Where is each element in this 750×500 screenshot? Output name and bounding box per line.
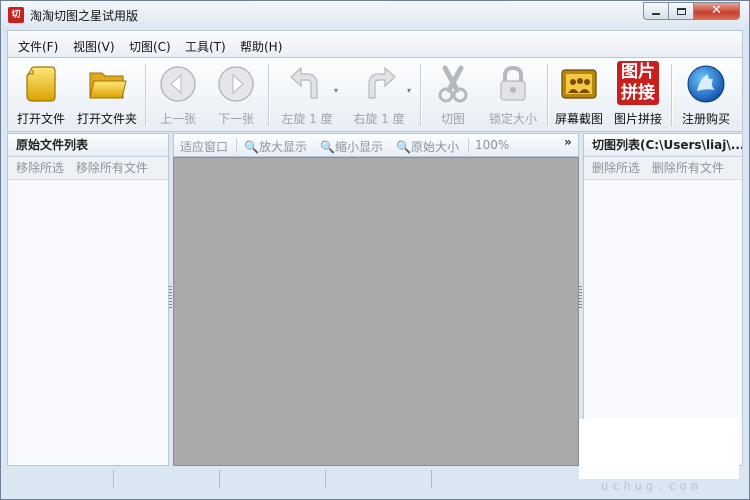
rotate-right-icon (368, 66, 396, 99)
menu-view[interactable]: 视图(V) (73, 38, 115, 55)
screenshot-label: 屏幕截图 (554, 112, 603, 126)
rotate-left-label: 左旋 1 度 (281, 112, 333, 126)
status-cell (7, 470, 114, 488)
cut-list-title: 切图列表(C:\Users\liaj\... (584, 134, 742, 157)
status-cell (113, 470, 220, 488)
app-window: 切 淘淘切图之星试用版 ✕ 文件(F) 视图(V) 切图(C) 工具(T) 帮助… (0, 0, 750, 500)
menu-cut[interactable]: 切图(C) (129, 38, 171, 55)
original-file-actions: 移除所选 移除所有文件 (8, 157, 168, 180)
cut-button[interactable]: 切图 (425, 58, 481, 130)
delete-all-files-button[interactable]: 删除所有文件 (652, 161, 724, 175)
maximize-button[interactable] (668, 2, 694, 20)
minimize-button[interactable] (643, 2, 669, 20)
screenshot-button[interactable]: 屏幕截图 (551, 58, 607, 130)
menu-help[interactable]: 帮助(H) (240, 38, 282, 55)
next-image-label: 下一张 (217, 112, 254, 126)
rotate-right-label: 右旋 1 度 (353, 112, 405, 126)
scissors-icon (438, 65, 468, 103)
rotate-right-dropdown-icon[interactable]: ▾ (407, 86, 411, 95)
prev-image-button[interactable]: 上一张 (150, 58, 206, 130)
zoom-out-icon: 🔍 (320, 140, 335, 154)
zoom-out-button[interactable]: 🔍缩小显示 (320, 138, 383, 155)
screenshot-icon (561, 69, 597, 99)
zoom-in-icon: 🔍 (244, 140, 259, 154)
menu-tools[interactable]: 工具(T) (185, 38, 226, 55)
cut-list-actions: 删除所选 删除所有文件 (584, 157, 742, 180)
next-image-button[interactable]: 下一张 (208, 58, 264, 130)
toolbar-separator (547, 64, 548, 126)
lock-size-button[interactable]: 锁定大小 (483, 58, 543, 130)
status-cell (219, 470, 326, 488)
lock-icon (500, 65, 526, 101)
original-file-list-panel: 原始文件列表 移除所选 移除所有文件 (7, 133, 169, 466)
toolbar-separator (145, 64, 146, 126)
cut-label: 切图 (440, 112, 465, 126)
right-splitter-handle[interactable] (579, 286, 582, 308)
maximize-icon (676, 7, 686, 15)
image-canvas[interactable] (173, 157, 579, 466)
register-label: 注册购买 (681, 112, 730, 126)
minimize-icon (652, 13, 660, 15)
original-file-list[interactable] (8, 180, 168, 465)
stitch-icon: 图片拼接 (617, 61, 659, 105)
open-file-icon (26, 66, 56, 102)
view-toolbar-separator (236, 138, 237, 153)
watermark-text: uchug.com (601, 479, 703, 493)
folder-icon (89, 72, 127, 99)
app-icon: 切 (8, 7, 24, 23)
lock-size-label: 锁定大小 (488, 112, 537, 126)
more-chevron-icon[interactable]: » (564, 135, 572, 149)
original-size-icon: 🔍 (396, 140, 411, 154)
open-folder-label: 打开文件夹 (76, 112, 137, 126)
register-button[interactable]: 注册购买 (675, 58, 737, 130)
title-bar[interactable]: 切 淘淘切图之星试用版 ✕ (1, 1, 749, 29)
remove-all-files-button[interactable]: 移除所有文件 (76, 161, 148, 175)
rotate-right-button[interactable]: 右旋 1 度 (344, 58, 414, 130)
view-toolbar-separator (468, 138, 469, 153)
delete-selected-button[interactable]: 删除所选 (592, 161, 640, 175)
toolbar-separator (268, 64, 269, 126)
rotate-left-dropdown-icon[interactable]: ▾ (334, 86, 338, 95)
remove-selected-button[interactable]: 移除所选 (16, 161, 64, 175)
open-file-button[interactable]: 打开文件 (12, 58, 70, 130)
rotate-left-button[interactable]: 左旋 1 度 (272, 58, 342, 130)
fit-window-button[interactable]: 适应窗口 (180, 138, 228, 155)
cut-list-panel: 切图列表(C:\Users\liaj\... 删除所选 删除所有文件 (583, 133, 743, 466)
watermark-overlay (579, 419, 739, 479)
open-file-label: 打开文件 (16, 112, 65, 126)
toolbar: 打开文件 打开文件夹 上一张 下一张 左旋 1 度 ▾ 右旋 1 度 ▾ 切图 … (7, 58, 743, 132)
status-cell (325, 470, 432, 488)
toolbar-separator (671, 64, 672, 126)
rotate-left-icon (290, 66, 318, 99)
menu-bar: 文件(F) 视图(V) 切图(C) 工具(T) 帮助(H) (7, 30, 743, 58)
open-folder-button[interactable]: 打开文件夹 (72, 58, 142, 130)
view-toolbar: 适应窗口 🔍放大显示 🔍缩小显示 🔍原始大小 100% » (173, 133, 579, 157)
arrow-right-icon (218, 66, 254, 102)
globe-icon (687, 65, 725, 103)
close-button[interactable]: ✕ (693, 2, 740, 20)
toolbar-separator (420, 64, 421, 126)
zoom-level: 100% (475, 138, 510, 152)
prev-image-label: 上一张 (159, 112, 196, 126)
stitch-label: 图片拼接 (613, 112, 662, 126)
menu-file[interactable]: 文件(F) (18, 38, 58, 55)
left-splitter-handle[interactable] (169, 286, 172, 308)
stitch-button[interactable]: 图片拼接 图片拼接 (609, 58, 667, 130)
close-icon: ✕ (711, 3, 722, 18)
window-title: 淘淘切图之星试用版 (30, 9, 139, 23)
arrow-left-icon (160, 66, 196, 102)
zoom-in-button[interactable]: 🔍放大显示 (244, 138, 307, 155)
original-file-list-title: 原始文件列表 (8, 134, 168, 157)
original-size-button[interactable]: 🔍原始大小 (396, 138, 459, 155)
